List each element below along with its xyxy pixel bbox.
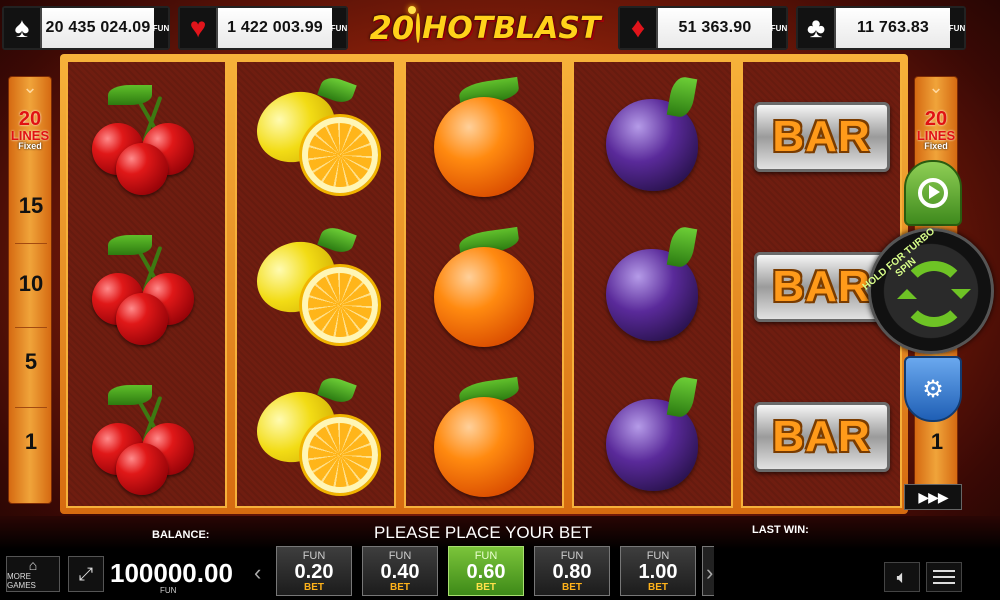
orange-icon bbox=[429, 226, 539, 347]
cherry-symbol bbox=[68, 212, 225, 362]
lines-label: 20 LINES Fixed bbox=[916, 108, 956, 151]
lemon-symbol bbox=[237, 212, 394, 362]
game-stage: ♠ 20 435 024.09 FUN ♥ 1 422 003.99 FUN ♦… bbox=[0, 0, 1000, 600]
bet-option-selected[interactable]: FUN 0.60 BET bbox=[448, 546, 524, 596]
lemon-symbol bbox=[237, 362, 394, 512]
jackpot-currency: FUN bbox=[331, 8, 347, 48]
plum-symbol bbox=[574, 362, 731, 512]
heart-icon: ♥ bbox=[180, 8, 218, 48]
logo-word: HOTBLAST bbox=[422, 10, 601, 46]
game-logo: 20 HOTBLAST bbox=[370, 6, 600, 50]
autoplay-icon bbox=[918, 178, 948, 208]
status-message: PLEASE PLACE YOUR BET bbox=[374, 523, 592, 542]
more-games-button[interactable]: ⌂ MORE GAMES bbox=[6, 556, 60, 592]
bet-option[interactable]: FUN 1.00 BET bbox=[620, 546, 696, 596]
reels: BAR BAR BAR bbox=[66, 60, 902, 508]
line-marker: 1 bbox=[930, 429, 944, 454]
balance-value: 100000.00 bbox=[110, 558, 233, 588]
lemon-symbol bbox=[237, 62, 394, 212]
bet-option[interactable]: FUN 0.20 BET bbox=[276, 546, 352, 596]
spin-arrows-icon bbox=[897, 261, 971, 327]
diamond-icon: ♦ bbox=[620, 8, 658, 48]
reel-4 bbox=[572, 60, 734, 508]
orange-icon bbox=[429, 76, 539, 197]
jackpot-spade: ♠ 20 435 024.09 FUN bbox=[2, 6, 170, 50]
cherry-icon bbox=[86, 377, 206, 497]
chevron-right-icon[interactable]: › bbox=[706, 560, 713, 586]
fullscreen-icon: ⤢ bbox=[78, 563, 94, 584]
lemon-icon bbox=[245, 373, 380, 497]
club-icon: ♣ bbox=[798, 8, 836, 48]
reel-2 bbox=[234, 60, 396, 508]
autoplay-button[interactable] bbox=[904, 160, 962, 226]
chevron-left-icon[interactable]: ‹ bbox=[254, 560, 261, 586]
bar-icon: BAR bbox=[753, 102, 890, 172]
gear-icon: ⚙ bbox=[922, 375, 944, 403]
jackpot-club: ♣ 11 763.83 FUN bbox=[796, 6, 966, 50]
reel-1 bbox=[66, 60, 227, 508]
cherry-symbol bbox=[68, 62, 225, 212]
balance-label: BALANCE: bbox=[152, 529, 210, 541]
cherry-icon bbox=[86, 77, 206, 197]
fullscreen-button[interactable]: ⤢ bbox=[68, 556, 104, 592]
divider bbox=[15, 327, 47, 328]
spin-button[interactable]: HOLD FOR TURBO SPIN bbox=[861, 226, 994, 354]
orange-symbol bbox=[406, 362, 563, 512]
cherry-icon bbox=[86, 227, 206, 347]
bar-symbol: BAR bbox=[743, 62, 900, 212]
orange-symbol bbox=[406, 212, 563, 362]
lemon-icon bbox=[245, 223, 380, 347]
bet-option[interactable]: FUN 0.80 BET bbox=[534, 546, 610, 596]
balance-currency: FUN bbox=[160, 586, 177, 595]
spade-icon: ♠ bbox=[4, 8, 42, 48]
jackpot-value: 51 363.90 bbox=[678, 19, 752, 36]
line-marker: 1 bbox=[24, 429, 38, 454]
jackpot-diamond: ♦ 51 363.90 FUN bbox=[618, 6, 788, 50]
orange-icon bbox=[429, 376, 539, 497]
jackpot-currency: FUN bbox=[949, 8, 965, 48]
jackpot-value: 20 435 024.09 bbox=[45, 19, 151, 36]
divider bbox=[15, 243, 47, 244]
last-win-label: LAST WIN: bbox=[752, 524, 809, 536]
jackpot-currency: FUN bbox=[153, 8, 169, 48]
jackpot-value: 11 763.83 bbox=[856, 19, 930, 36]
hamburger-icon bbox=[933, 570, 955, 572]
jackpot-heart: ♥ 1 422 003.99 FUN bbox=[178, 6, 348, 50]
plum-icon bbox=[598, 375, 708, 497]
plum-icon bbox=[598, 75, 708, 197]
turbo-button[interactable]: ▶▶▶ bbox=[904, 484, 962, 510]
jackpot-currency: FUN bbox=[771, 8, 787, 48]
settings-button[interactable]: ⚙ bbox=[904, 356, 962, 422]
sound-button[interactable]: 🔈︎ bbox=[884, 562, 920, 592]
jackpot-value: 1 422 003.99 bbox=[227, 19, 323, 36]
bar-symbol: BAR bbox=[743, 362, 900, 512]
reels-frame: BAR BAR BAR bbox=[60, 54, 908, 514]
line-marker: 15 bbox=[18, 193, 44, 218]
lemon-icon bbox=[245, 73, 380, 197]
line-marker: 5 bbox=[24, 349, 38, 374]
chevron-down-icon: ⌄ bbox=[928, 77, 944, 97]
more-games-label: MORE GAMES bbox=[7, 572, 36, 590]
logo-number: 20 bbox=[369, 9, 415, 47]
plum-symbol bbox=[574, 62, 731, 212]
orange-symbol bbox=[406, 62, 563, 212]
plum-icon bbox=[598, 225, 708, 347]
chevron-down-icon: ⌄ bbox=[22, 77, 38, 97]
bet-option[interactable]: FUN 0.40 BET bbox=[362, 546, 438, 596]
speaker-icon: 🔈︎ bbox=[896, 566, 908, 587]
bar-icon: BAR bbox=[753, 402, 890, 472]
divider bbox=[15, 407, 47, 408]
line-marker: 10 bbox=[18, 271, 44, 296]
menu-button[interactable] bbox=[926, 562, 962, 592]
reel-3 bbox=[403, 60, 565, 508]
home-icon: ⌂ bbox=[28, 557, 38, 573]
lines-panel-left: ⌄ 20 LINES Fixed 15 10 5 1 bbox=[8, 76, 52, 504]
cherry-symbol bbox=[68, 362, 225, 512]
plum-symbol bbox=[574, 212, 731, 362]
bomb-icon bbox=[408, 6, 421, 43]
lines-label: 20 LINES Fixed bbox=[10, 108, 50, 151]
